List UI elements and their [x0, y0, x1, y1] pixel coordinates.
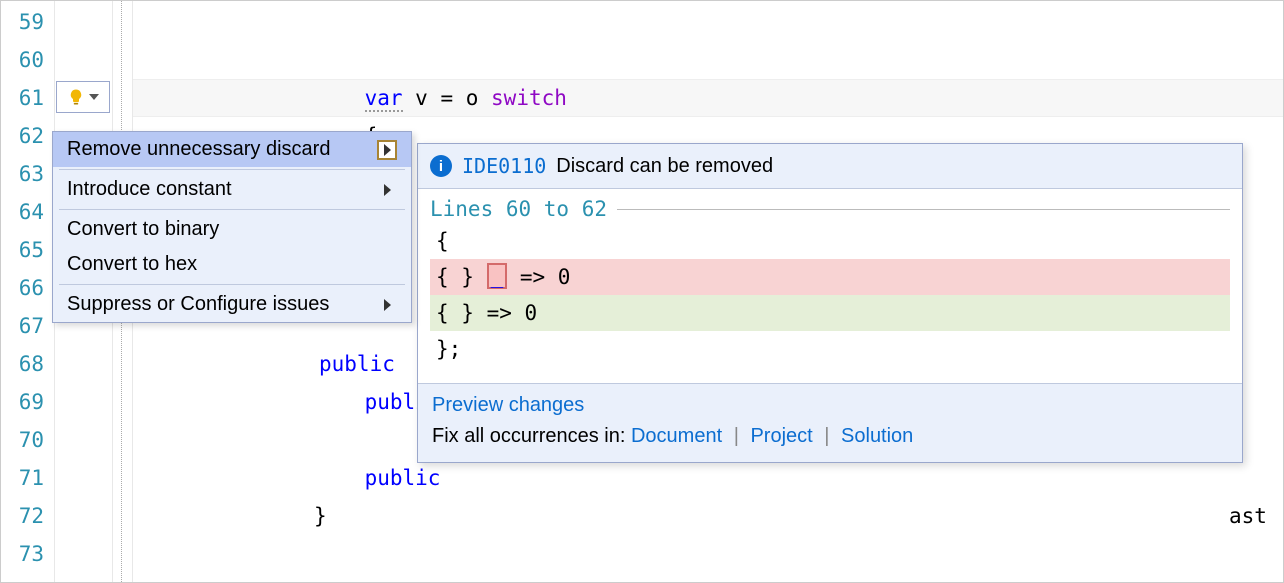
line-number: 68 [1, 345, 44, 383]
menu-separator [59, 169, 405, 170]
line-number: 73 [1, 535, 44, 573]
line-number: 72 [1, 497, 44, 535]
diff-context: { [430, 223, 1230, 259]
removed-discard-token: _ [487, 263, 508, 289]
quick-actions-bulb-button[interactable] [56, 81, 110, 113]
preview-lines-label: Lines 60 to 62 [430, 197, 607, 221]
line-number: 64 [1, 193, 44, 231]
line-number: 71 [1, 459, 44, 497]
lightbulb-icon [67, 88, 85, 106]
menu-item-label: Convert to binary [67, 218, 219, 241]
menu-item-label: Remove unnecessary discard [67, 138, 330, 161]
diff-added-line: { } => 0 [430, 295, 1230, 331]
submenu-arrow-icon [377, 140, 397, 160]
submenu-arrow-icon [377, 180, 397, 200]
menu-item-introduce-constant[interactable]: Introduce constant [53, 172, 411, 207]
menu-separator [59, 284, 405, 285]
menu-item-label: Introduce constant [67, 178, 232, 201]
fix-preview-panel: i IDE0110 Discard can be removed Lines 6… [417, 143, 1243, 463]
menu-item-label: Convert to hex [67, 253, 197, 276]
submenu-arrow-icon [377, 295, 397, 315]
line-number: 60 [1, 41, 44, 79]
line-number: 66 [1, 269, 44, 307]
divider [617, 209, 1230, 210]
separator: | [728, 425, 745, 447]
preview-footer: Preview changes Fix all occurrences in: … [418, 383, 1242, 462]
menu-item-remove-unnecessary-discard[interactable]: Remove unnecessary discard [53, 132, 411, 167]
fix-all-solution-link[interactable]: Solution [841, 425, 913, 447]
quick-actions-menu: Remove unnecessary discard Introduce con… [52, 131, 412, 323]
menu-item-convert-to-binary[interactable]: Convert to binary [53, 212, 411, 247]
line-number: 59 [1, 3, 44, 41]
preview-body: Lines 60 to 62 { { } _ => 0 { } => 0 }; [418, 189, 1242, 383]
menu-item-label: Suppress or Configure issues [67, 293, 329, 316]
fix-all-label: Fix all occurrences in: [432, 425, 631, 447]
obscured-code: public [319, 345, 395, 383]
menu-item-suppress-configure[interactable]: Suppress or Configure issues [53, 287, 411, 322]
line-number: 67 [1, 307, 44, 345]
separator: | [818, 425, 835, 447]
diagnostic-description: Discard can be removed [556, 155, 773, 178]
chevron-down-icon [89, 94, 99, 100]
menu-separator [59, 209, 405, 210]
line-number: 61 [1, 79, 44, 117]
fix-all-project-link[interactable]: Project [750, 425, 812, 447]
preview-changes-link[interactable]: Preview changes [432, 394, 584, 416]
menu-item-convert-to-hex[interactable]: Convert to hex [53, 247, 411, 282]
fix-all-document-link[interactable]: Document [631, 425, 722, 447]
line-number-gutter: 59 60 61 62 63 64 65 66 67 68 69 70 71 7… [1, 1, 55, 582]
line-number: 62 [1, 117, 44, 155]
diff-view: { { } _ => 0 { } => 0 }; [430, 223, 1230, 367]
diagnostic-id[interactable]: IDE0110 [462, 154, 546, 178]
obscured-code: ast [1229, 497, 1267, 535]
line-number: 63 [1, 155, 44, 193]
diff-context: }; [430, 331, 1230, 367]
info-icon: i [430, 155, 452, 177]
diff-removed-line: { } _ => 0 [430, 259, 1230, 295]
line-number: 69 [1, 383, 44, 421]
line-number: 65 [1, 231, 44, 269]
line-number: 70 [1, 421, 44, 459]
preview-header: i IDE0110 Discard can be removed [418, 144, 1242, 189]
